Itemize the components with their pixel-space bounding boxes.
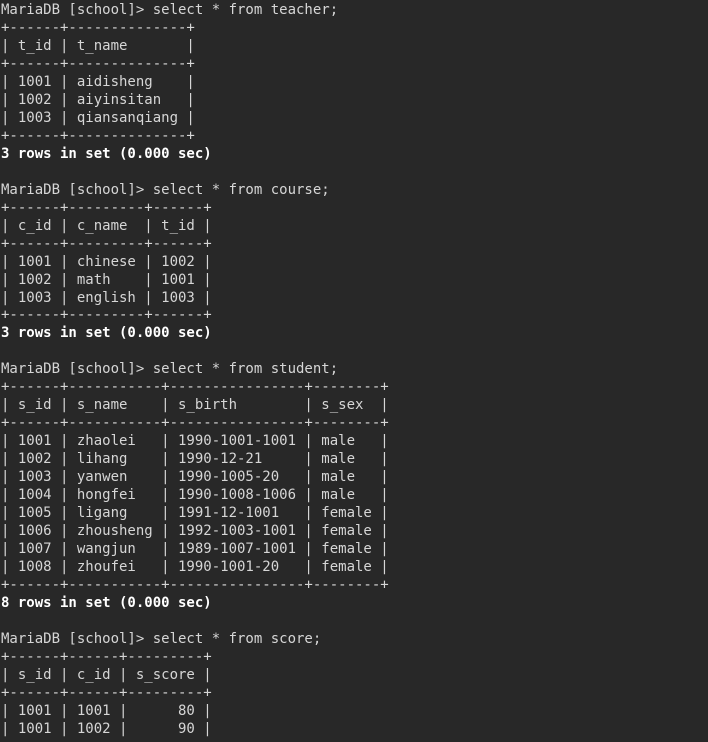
table-row: | 1005 | ligang | 1991-12-1001 | female …: [1, 505, 389, 522]
result-status-line: 3 rows in set (0.000 sec): [1, 145, 212, 162]
result-status-line: 3 rows in set (0.000 sec): [1, 325, 212, 342]
table-row: | 1007 | wangjun | 1989-1007-1001 | fema…: [1, 541, 389, 558]
table-row: | 1003 | english | 1003 |: [1, 289, 212, 306]
table-separator-mid: +------+---------+------+: [1, 235, 212, 252]
command-line[interactable]: MariaDB [school]> select * from student;: [1, 361, 708, 379]
table-separator-bottom: +------+-----------+----------------+---…: [1, 577, 389, 593]
table-row: | 1001 | aidisheng |: [1, 73, 195, 90]
table-row: | 1001 | 1002 | 90 |: [1, 720, 212, 737]
table-separator-mid: +------+------+---------+: [1, 684, 212, 701]
table-row: | 1006 | zhousheng | 1992-1003-1001 | fe…: [1, 523, 389, 540]
table-row: | 1002 | aiyinsitan |: [1, 91, 195, 108]
table-separator-top: +------+--------------+: [1, 19, 195, 36]
table-row: | 1001 | 1001 | 80 |: [1, 702, 212, 719]
command-line[interactable]: MariaDB [school]> select * from score;: [1, 631, 708, 649]
table-separator-top: +------+------+---------+: [1, 648, 212, 665]
table-row: | 1004 | hongfei | 1990-1008-1006 | male…: [1, 487, 389, 504]
table-separator-bottom: +------+---------+------+: [1, 307, 212, 324]
table-separator-mid: +------+-----------+----------------+---…: [1, 415, 389, 432]
table-separator-top: +------+-----------+----------------+---…: [1, 379, 389, 396]
table-separator-bottom: +------+--------------+: [1, 127, 195, 144]
table-row: | 1008 | zhoufei | 1990-1001-20 | female…: [1, 559, 389, 576]
terminal-screen[interactable]: MariaDB [school]> select * from teacher;…: [0, 0, 708, 742]
command-line[interactable]: MariaDB [school]> select * from teacher;: [1, 2, 708, 20]
command-line[interactable]: MariaDB [school]> select * from course;: [1, 182, 708, 200]
table-header-row: | s_id | s_name | s_birth | s_sex |: [1, 397, 389, 414]
table-row: | 1003 | qiansanqiang |: [1, 109, 195, 126]
table-header-row: | t_id | t_name |: [1, 37, 195, 54]
table-row: | 1002 | math | 1001 |: [1, 271, 212, 288]
table-header-row: | c_id | c_name | t_id |: [1, 217, 212, 234]
table-row: | 1003 | yanwen | 1990-1005-20 | male |: [1, 469, 389, 486]
table-header-row: | s_id | c_id | s_score |: [1, 666, 212, 683]
table-row: | 1001 | zhaolei | 1990-1001-1001 | male…: [1, 433, 389, 450]
table-row: | 1002 | lihang | 1990-12-21 | male |: [1, 451, 389, 468]
table-row: | 1001 | chinese | 1002 |: [1, 253, 212, 270]
table-separator-top: +------+---------+------+: [1, 199, 212, 216]
result-status-line: 8 rows in set (0.000 sec): [1, 594, 212, 611]
table-separator-mid: +------+--------------+: [1, 55, 195, 72]
